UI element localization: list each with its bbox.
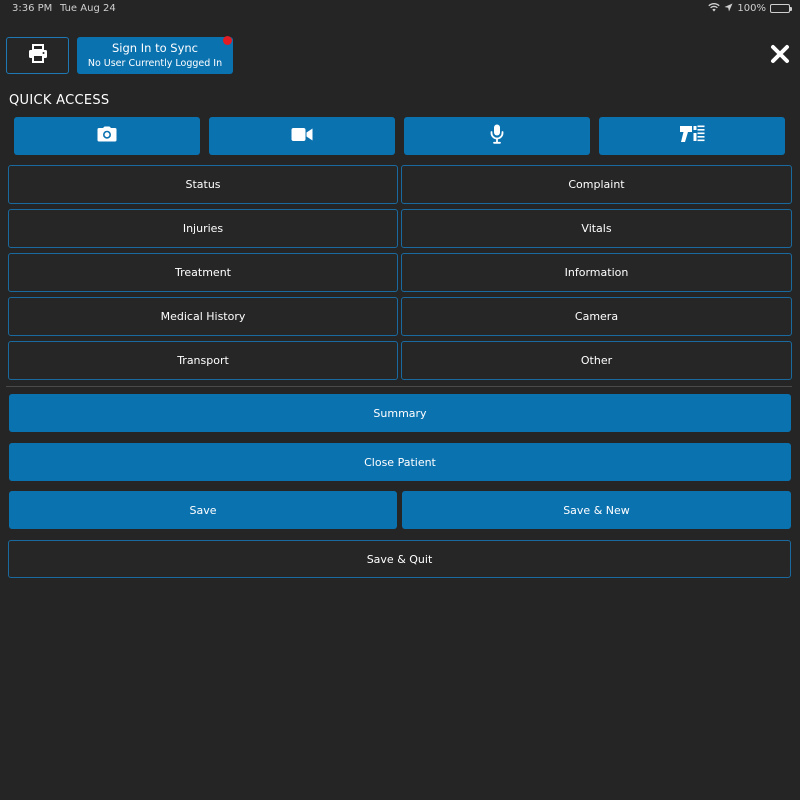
category-information-button[interactable]: Information — [401, 253, 792, 292]
printer-icon — [28, 44, 48, 67]
location-arrow-icon — [724, 3, 733, 15]
category-vitals-button[interactable]: Vitals — [401, 209, 792, 248]
video-camera-icon — [291, 127, 313, 146]
quick-access-title: QUICK ACCESS — [9, 93, 110, 108]
status-bar: 3:36 PM Tue Aug 24 100% — [0, 0, 800, 18]
sync-subtitle: No User Currently Logged In — [87, 58, 223, 69]
section-divider — [6, 386, 792, 387]
category-complaint-button[interactable]: Complaint — [401, 165, 792, 204]
barcode-scanner-icon — [679, 125, 705, 147]
close-patient-button[interactable]: Close Patient — [9, 443, 791, 481]
category-treatment-button[interactable]: Treatment — [8, 253, 398, 292]
category-camera-button[interactable]: Camera — [401, 297, 792, 336]
save-and-new-button[interactable]: Save & New — [402, 491, 791, 529]
sync-title: Sign In to Sync — [112, 41, 198, 55]
quick-access-video-button[interactable] — [209, 117, 395, 155]
battery-percent: 100% — [737, 3, 766, 14]
close-button[interactable] — [766, 42, 794, 70]
microphone-icon — [490, 124, 504, 148]
wifi-icon — [708, 2, 721, 15]
category-transport-button[interactable]: Transport — [8, 341, 398, 380]
save-and-quit-button[interactable]: Save & Quit — [8, 540, 791, 578]
save-button[interactable]: Save — [9, 491, 397, 529]
status-date: Tue Aug 24 — [60, 3, 116, 14]
category-other-button[interactable]: Other — [401, 341, 792, 380]
category-injuries-button[interactable]: Injuries — [8, 209, 398, 248]
status-time: 3:36 PM — [12, 3, 53, 14]
category-status-button[interactable]: Status — [8, 165, 398, 204]
quick-access-camera-button[interactable] — [14, 117, 200, 155]
patient-menu-screen: 3:36 PM Tue Aug 24 100% Sign In to Sync … — [0, 0, 800, 800]
summary-button[interactable]: Summary — [9, 394, 791, 432]
quick-access-row — [14, 117, 785, 155]
battery-icon — [770, 4, 792, 13]
camera-icon — [97, 126, 117, 146]
category-medical-history-button[interactable]: Medical History — [8, 297, 398, 336]
print-button[interactable] — [6, 37, 69, 74]
category-grid: Status Complaint Injuries Vitals Treatme… — [8, 165, 792, 380]
quick-access-barcode-scanner-button[interactable] — [599, 117, 785, 155]
quick-access-microphone-button[interactable] — [404, 117, 590, 155]
status-indicators: 100% — [708, 2, 792, 15]
sign-in-sync-button[interactable]: Sign In to Sync No User Currently Logged… — [77, 36, 233, 74]
close-x-icon — [770, 44, 790, 68]
notification-dot — [223, 36, 232, 45]
